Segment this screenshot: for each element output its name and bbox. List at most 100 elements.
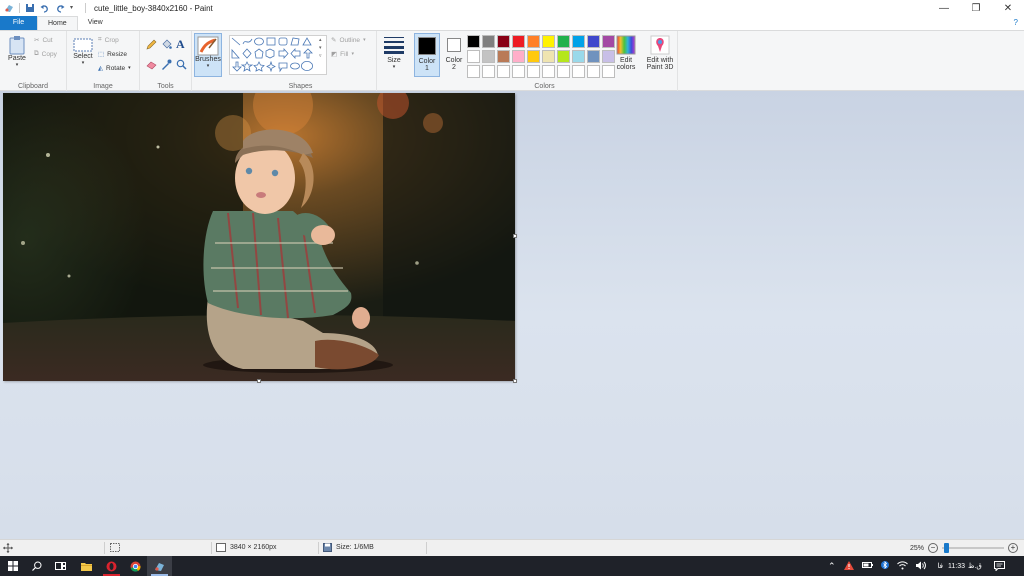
save-icon[interactable] (25, 3, 35, 13)
zoom-slider[interactable] (942, 543, 1005, 553)
close-button[interactable]: ✕ (992, 0, 1024, 16)
palette-swatch[interactable] (572, 35, 585, 48)
paint-app-icon (4, 3, 14, 13)
paint-taskbar-icon[interactable] (147, 556, 172, 576)
palette-swatch[interactable] (467, 35, 480, 48)
palette-swatch[interactable] (527, 35, 540, 48)
copy-button[interactable]: ⧉ Copy (34, 50, 57, 58)
battery-icon[interactable] (861, 562, 873, 570)
chrome-browser-icon[interactable] (123, 556, 148, 576)
paste-button[interactable]: Paste ▾ (5, 35, 29, 68)
start-windows-icon[interactable] (0, 556, 25, 576)
resize-button[interactable]: ⬚ Resize (98, 50, 127, 59)
photo-child-sitting (3, 93, 515, 381)
canvas-workspace[interactable] (0, 91, 1024, 539)
palette-swatch[interactable] (467, 65, 480, 78)
select-button[interactable]: Select ▾ (71, 37, 95, 66)
text-tool-icon[interactable]: A (176, 37, 185, 52)
palette-swatch[interactable] (467, 50, 480, 63)
redo-icon[interactable] (55, 3, 65, 13)
tab-view[interactable]: View (78, 16, 113, 30)
edit-with-paint3d-button[interactable]: Edit with Paint 3D (644, 35, 676, 71)
outline-button[interactable]: ✎ Outline ▾ (331, 36, 366, 45)
shapes-scroll[interactable]: ▴ ▾ ▿ (319, 36, 322, 60)
palette-swatch[interactable] (482, 50, 495, 63)
palette-swatch[interactable] (542, 35, 555, 48)
system-tray: ⌃ فا (828, 556, 943, 576)
color1-button[interactable]: Color 1 (414, 33, 440, 77)
edit-colors-button[interactable]: Edit colors (613, 35, 639, 71)
file-explorer-icon[interactable] (74, 556, 99, 576)
action-center-icon[interactable] (994, 556, 1005, 576)
palette-swatch[interactable] (512, 65, 525, 78)
palette-swatch[interactable] (512, 50, 525, 63)
palette-swatch[interactable] (557, 65, 570, 78)
clock[interactable]: 11:33 ق.ظ (948, 556, 982, 576)
shapes-gallery[interactable] (229, 35, 327, 75)
size-group: Size ▾ (377, 31, 412, 92)
show-hidden-icons-icon[interactable]: ⌃ (828, 561, 836, 572)
palette-swatch[interactable] (497, 35, 510, 48)
zoom-out-icon[interactable]: − (928, 543, 939, 553)
palette-swatch[interactable] (557, 35, 570, 48)
color1-number: 1 (425, 65, 429, 72)
taskbar: ⌃ فا 11:33 ق.ظ (0, 556, 1024, 576)
wifi-icon[interactable] (896, 560, 908, 572)
palette-swatch[interactable] (482, 65, 495, 78)
color2-swatch (447, 38, 461, 52)
help-icon[interactable]: ? (1014, 18, 1018, 27)
task-view-icon[interactable] (48, 556, 73, 576)
zoom-in-icon[interactable]: + (1008, 543, 1019, 553)
canvas-image[interactable] (3, 93, 515, 381)
tab-home[interactable]: Home (37, 16, 78, 30)
palette-swatch[interactable] (482, 35, 495, 48)
eraser-icon[interactable] (146, 59, 157, 72)
palette-swatch[interactable] (527, 65, 540, 78)
paint3d-icon (650, 35, 670, 55)
resize-handle-corner[interactable] (513, 379, 517, 383)
brushes-button[interactable]: Brushes ▾ (194, 33, 222, 77)
volume-icon[interactable] (915, 561, 926, 572)
palette-swatch[interactable] (587, 50, 600, 63)
fill-button[interactable]: ◩ Fill ▾ (331, 50, 354, 59)
input-language[interactable]: فا (938, 562, 943, 570)
palette-swatch[interactable] (587, 35, 600, 48)
search-icon[interactable] (24, 556, 49, 576)
magnifier-icon[interactable] (176, 59, 187, 72)
shapes-gallery-icons (231, 37, 313, 73)
palette-swatch[interactable] (512, 35, 525, 48)
cut-button[interactable]: ✂ Cut (34, 36, 53, 45)
palette-swatch[interactable] (497, 65, 510, 78)
ribbon: Paste ▾ ✂ Cut ⧉ Copy Clipboard Select ▾ … (0, 30, 1024, 92)
customize-qat-icon[interactable]: ▾ (70, 3, 80, 13)
palette-swatch[interactable] (557, 50, 570, 63)
palette-swatch[interactable] (572, 50, 585, 63)
bluetooth-icon[interactable] (880, 560, 889, 572)
size-button[interactable]: Size ▾ (381, 36, 407, 70)
color2-button[interactable]: Color 2 (442, 36, 466, 71)
tab-file[interactable]: File (0, 16, 37, 30)
paint3d-label-1: Edit with (646, 57, 674, 64)
opera-browser-icon[interactable] (99, 556, 124, 576)
palette-swatch[interactable] (587, 65, 600, 78)
zoom-slider-thumb[interactable] (944, 543, 950, 553)
pencil-icon[interactable] (146, 39, 157, 52)
resize-handle-bottom[interactable] (257, 379, 261, 383)
palette-swatch[interactable] (542, 50, 555, 63)
color1-swatch (418, 37, 436, 55)
undo-icon[interactable] (40, 3, 50, 13)
palette-swatch[interactable] (497, 50, 510, 63)
palette-swatch[interactable] (527, 50, 540, 63)
rotate-button[interactable]: ◭ Rotate ▾ (98, 64, 131, 73)
color-picker-icon[interactable] (161, 59, 172, 72)
palette-swatch[interactable] (542, 65, 555, 78)
palette-swatch[interactable] (572, 65, 585, 78)
clipboard-icon (9, 36, 25, 55)
minimize-button[interactable]: — (928, 0, 960, 16)
window-title: cute_little_boy-3840x2160 - Paint (94, 3, 213, 13)
fill-bucket-icon[interactable] (161, 39, 172, 52)
crop-button[interactable]: ⌗ Crop (98, 36, 119, 44)
warning-icon[interactable] (843, 560, 854, 572)
maximize-button[interactable]: ❐ (960, 0, 992, 16)
resize-handle-right[interactable] (513, 234, 517, 238)
